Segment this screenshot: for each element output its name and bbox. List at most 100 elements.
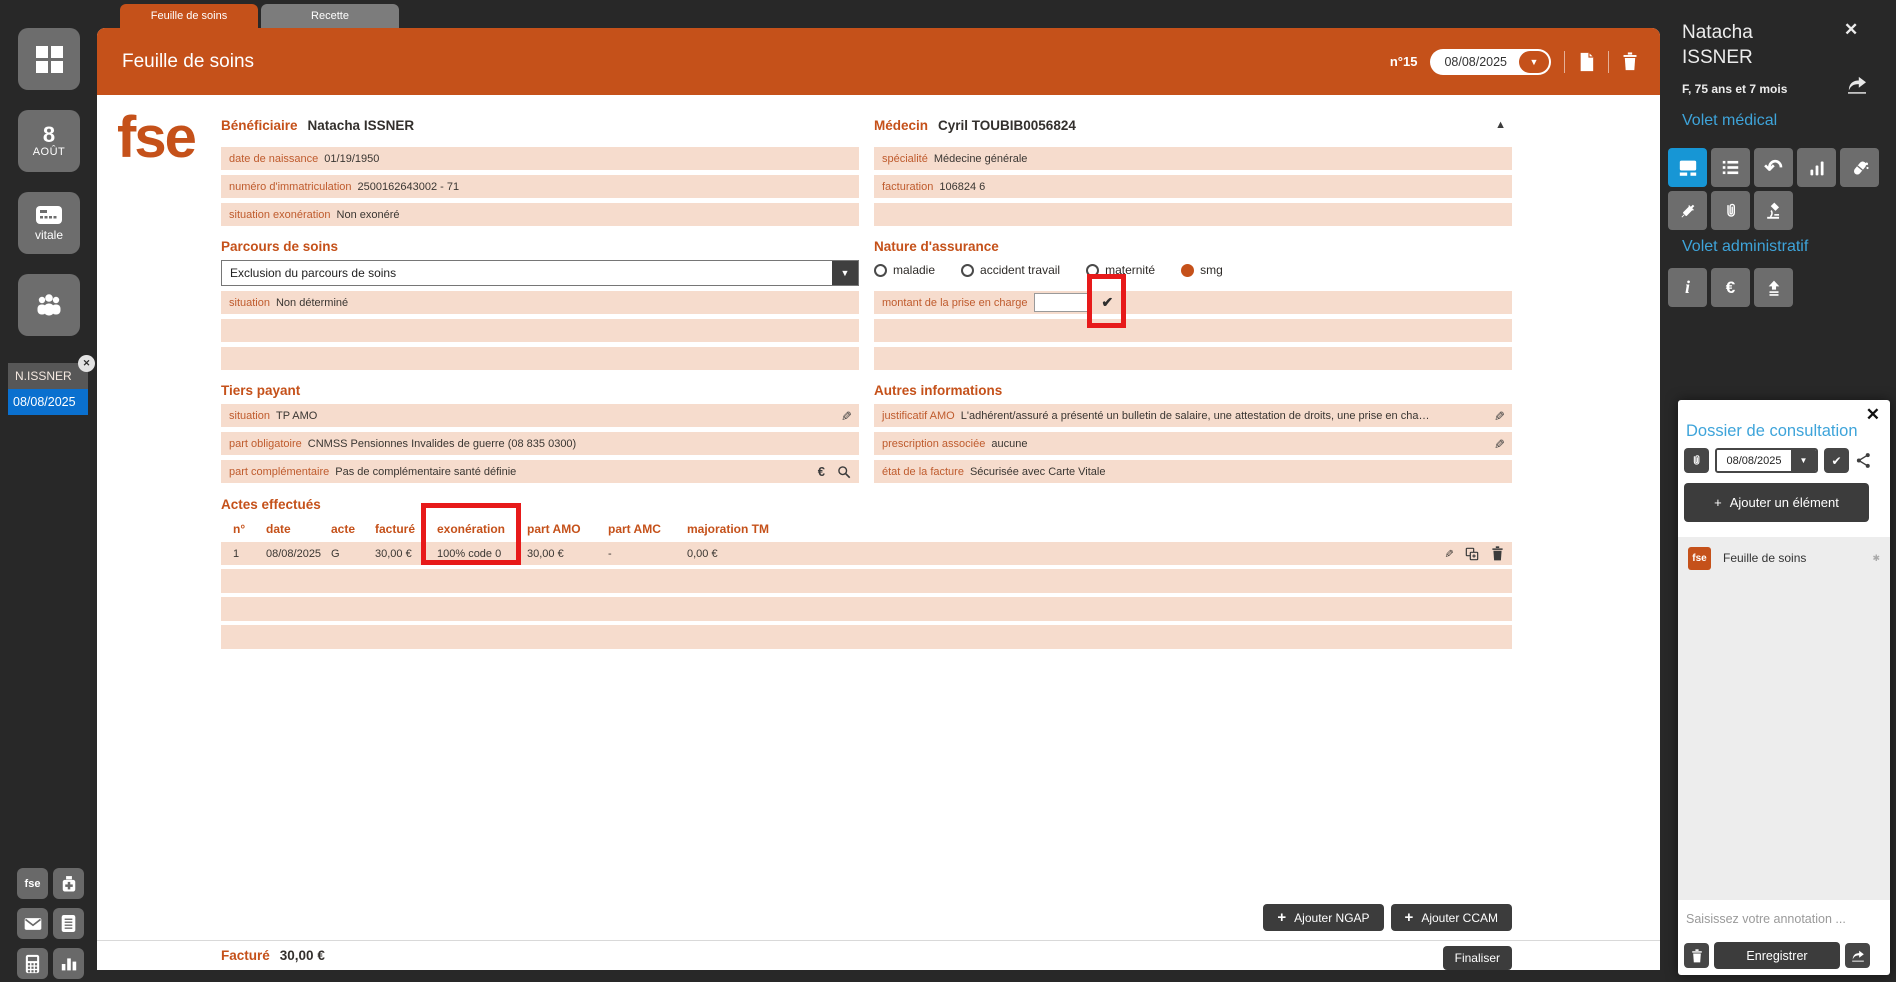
edit-pencil-icon[interactable]: ✎ (1491, 438, 1507, 449)
workspace-icon (1678, 159, 1698, 177)
search-icon[interactable] (837, 465, 851, 479)
facture-label: Facturé (221, 948, 270, 963)
validate-check-icon[interactable]: ✔ (1102, 294, 1114, 311)
finaliser-button[interactable]: Finaliser (1443, 946, 1512, 970)
pharmacy-button[interactable] (53, 868, 84, 899)
consultation-date-select[interactable]: 08/08/2025 ▼ (1715, 448, 1818, 473)
collapse-arrow-icon[interactable]: ▲ (1495, 119, 1506, 131)
invoice-date-select[interactable]: 08/08/2025 ▼ (1430, 49, 1551, 75)
field-row-tp-situation: situation TP AMO ✎ (221, 404, 859, 427)
attachments-button[interactable] (1711, 191, 1750, 230)
consultation-view-button[interactable] (1668, 148, 1707, 187)
cell: 30,00 € (375, 548, 437, 560)
ajouter-ngap-button[interactable]: + Ajouter NGAP (1263, 904, 1383, 931)
paperclip-icon (1722, 201, 1740, 221)
apps-grid-button[interactable] (18, 28, 80, 90)
edit-pencil-icon[interactable]: ✎ (1491, 410, 1507, 421)
carte-vitale-button[interactable]: vitale (18, 192, 80, 254)
mail-button[interactable] (17, 908, 48, 939)
tab-feuille-de-soins[interactable]: Feuille de soins (120, 4, 258, 28)
field-value: Médecine générale (934, 153, 1028, 165)
col-header-exoneration: exonération (437, 522, 527, 536)
radio-smg[interactable]: smg (1181, 263, 1223, 277)
beneficiaire-title: Bénéficiaire (221, 118, 298, 133)
export-annotation-button[interactable] (1845, 943, 1870, 968)
biology-button[interactable] (1754, 191, 1793, 230)
radio-label: accident travail (980, 263, 1060, 277)
patient-info-button[interactable]: i (1668, 268, 1707, 307)
field-value: Non déterminé (276, 297, 348, 309)
fse-shortcut-button[interactable]: fse (17, 868, 48, 899)
item-label: Feuille de soins (1723, 551, 1806, 565)
duplicate-icon[interactable] (1464, 546, 1480, 562)
ajouter-element-button[interactable]: + Ajouter un élément (1684, 483, 1869, 522)
vaccination-button[interactable] (1668, 191, 1707, 230)
volet-administratif-title: Volet administratif (1682, 238, 1808, 256)
patient-first-name: Natacha (1682, 20, 1753, 45)
edit-pencil-icon[interactable]: ✎ (1442, 549, 1455, 558)
edit-pencil-icon[interactable]: ✎ (838, 410, 854, 421)
share-nodes-icon[interactable] (1855, 452, 1872, 469)
calendar-button[interactable]: 8 AOÛT (18, 110, 80, 172)
radio-label: smg (1200, 263, 1223, 277)
list-item-feuille-de-soins[interactable]: fse Feuille de soins ✱ (1678, 537, 1890, 579)
cell: 1 (233, 548, 266, 560)
chip-close-icon[interactable]: ✕ (78, 355, 95, 372)
parcours-dropdown[interactable]: Exclusion du parcours de soins ▼ (221, 260, 859, 286)
dossier-toolbar: 08/08/2025 ▼ ✔ (1684, 448, 1872, 473)
radio-circle-icon (1086, 264, 1099, 277)
medication-button[interactable] (1840, 148, 1879, 187)
field-label: situation exonération (229, 209, 331, 221)
montant-input[interactable] (1034, 293, 1088, 312)
history-button[interactable]: ↶ (1754, 148, 1793, 187)
delete-annotation-button[interactable] (1684, 943, 1709, 968)
field-row-etat-facture: état de la facture Sécurisée avec Carte … (874, 460, 1512, 483)
cell: - (608, 548, 687, 560)
fse-shortcut-label: fse (25, 878, 41, 890)
stats-button[interactable] (53, 948, 84, 979)
radio-accident-travail[interactable]: accident travail (961, 263, 1060, 277)
radio-maladie[interactable]: maladie (874, 263, 935, 277)
dossier-consultation-panel: ✕ Dossier de consultation 08/08/2025 ▼ ✔ (1678, 400, 1890, 975)
confirm-date-button[interactable]: ✔ (1824, 448, 1849, 473)
results-chart-button[interactable] (1797, 148, 1836, 187)
annotation-input[interactable] (1678, 902, 1890, 936)
billing-button[interactable]: € (1711, 268, 1750, 307)
attach-button[interactable] (1684, 448, 1709, 473)
delete-document-button[interactable] (1622, 52, 1638, 71)
patient-chip[interactable]: N.ISSNER 08/08/2025 ✕ (8, 363, 88, 415)
radio-label: maladie (893, 263, 935, 277)
enregistrer-button[interactable]: Enregistrer (1714, 942, 1840, 969)
export-data-button[interactable] (1754, 268, 1793, 307)
ajouter-ccam-button[interactable]: + Ajouter CCAM (1391, 904, 1512, 931)
acte-row[interactable]: 1 08/08/2025 G 30,00 € 100% code 0 30,00… (221, 542, 1512, 565)
calculator-button[interactable] (17, 948, 48, 979)
trash-icon (1691, 949, 1703, 963)
euro-icon[interactable]: € (818, 464, 825, 479)
consultation-date-value: 08/08/2025 (1717, 450, 1791, 471)
dossier-title: Dossier de consultation (1686, 422, 1858, 441)
notes-button[interactable] (53, 908, 84, 939)
close-icon[interactable]: ✕ (1866, 405, 1880, 425)
beneficiaire-header: Bénéficiaire Natacha ISSNER (221, 115, 859, 135)
list-view-button[interactable] (1711, 148, 1750, 187)
chevron-down-icon: ▼ (1519, 51, 1549, 73)
field-row-immatriculation: numéro d'immatriculation 2500162643002 -… (221, 175, 859, 198)
patients-button[interactable] (18, 274, 80, 336)
button-label: Ajouter NGAP (1294, 911, 1369, 925)
page-title: Feuille de soins (122, 51, 254, 73)
close-icon[interactable]: ✕ (1844, 20, 1858, 40)
radio-maternite[interactable]: maternité (1086, 263, 1155, 277)
field-row-montant: montant de la prise en charge ✔ (874, 291, 1512, 314)
export-icon[interactable] (1846, 76, 1868, 99)
trash-icon[interactable] (1491, 546, 1504, 561)
new-document-button[interactable] (1578, 52, 1595, 72)
button-label: Ajouter un élément (1730, 495, 1839, 510)
cell: 30,00 € (527, 548, 608, 560)
tab-recette[interactable]: Recette (261, 4, 399, 28)
fse-badge: fse (1688, 547, 1711, 570)
page-icon (1578, 52, 1595, 72)
calculator-icon (24, 954, 41, 974)
actes-title: Actes effectués (221, 497, 1512, 515)
grid-icon (36, 46, 63, 73)
